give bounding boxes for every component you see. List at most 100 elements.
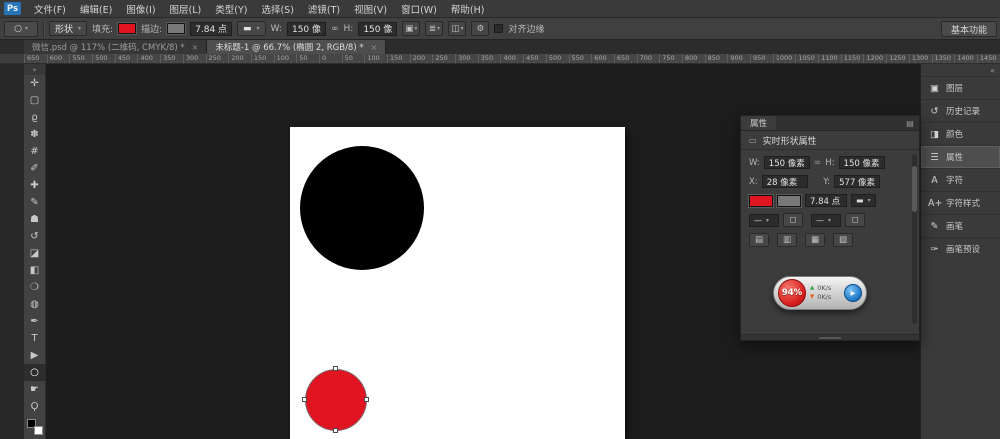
spot-healing-brush-tool[interactable]: ✚ — [24, 177, 46, 194]
menu-item[interactable]: 选择(S) — [254, 0, 300, 18]
dock-item-layers[interactable]: ▣ 图层 — [921, 76, 1000, 99]
properties-panel-titlebar[interactable]: 属性 ▤ — [741, 116, 919, 131]
blur-tool[interactable]: ❍ — [24, 279, 46, 296]
brush-tool[interactable]: ✎ — [24, 194, 46, 211]
eyedropper-tool[interactable]: ✐ — [24, 160, 46, 177]
menu-item[interactable]: 文件(F) — [27, 0, 73, 18]
workspace-switcher-button[interactable]: 基本功能 — [941, 21, 997, 37]
collapse-dock-icon[interactable]: « — [990, 66, 995, 75]
history-brush-tool[interactable]: ↺ — [24, 228, 46, 245]
menu-item[interactable]: 帮助(H) — [444, 0, 492, 18]
panel-label: 字符样式 — [946, 197, 980, 209]
anchor-point-right[interactable] — [364, 397, 369, 402]
pen-tool[interactable]: ✒ — [24, 313, 46, 330]
document-tab[interactable]: 未标题-1 @ 66.7% (椭圆 2, RGB/8) * × — [207, 40, 386, 54]
rectangular-marquee-tool[interactable]: ▢ — [24, 92, 46, 109]
boost-button[interactable]: ▶ — [844, 284, 862, 302]
close-icon[interactable]: × — [192, 43, 199, 52]
dodge-tool[interactable]: ◍ — [24, 296, 46, 313]
stroke-color-swatch[interactable] — [777, 195, 801, 207]
menu-item[interactable]: 窗口(W) — [394, 0, 444, 18]
shape-props-button-4[interactable]: ▧ — [833, 233, 853, 247]
dock-item-character-styles[interactable]: A+ 字符样式 — [921, 191, 1000, 214]
tool-preset-picker[interactable]: ○ ▾ — [4, 21, 38, 37]
shape-props-button-1[interactable]: ▤ — [749, 233, 769, 247]
lasso-tool[interactable]: ϱ — [24, 109, 46, 126]
document-tab[interactable]: 微信.psd @ 117% (二维码, CMYK/8) * × — [24, 40, 207, 54]
menu-item[interactable]: 图像(I) — [119, 0, 162, 18]
anchor-point-left[interactable] — [302, 397, 307, 402]
shape-props-button-3[interactable]: ▦ — [805, 233, 825, 247]
tool-mode-select[interactable]: 形状 ▾ — [49, 21, 87, 36]
dock-item-properties[interactable]: ☰ 属性 — [921, 145, 1000, 168]
dock-item-color[interactable]: ◨ 颜色 — [921, 122, 1000, 145]
stroke-width-field[interactable]: 7.84 点 — [805, 194, 847, 207]
gradient-tool[interactable]: ◧ — [24, 262, 46, 279]
stroke-corners-select[interactable]: — ▾ — [811, 214, 841, 227]
path-arrangement-button[interactable]: ◫ ▾ — [448, 21, 466, 36]
ruler-number: 100 — [364, 54, 387, 64]
type-tool[interactable]: T — [24, 330, 46, 347]
ruler-number: 1050 — [795, 54, 818, 64]
zoom-tool[interactable]: Ϙ — [24, 398, 46, 415]
hand-tool[interactable]: ☛ — [24, 381, 46, 398]
tool-bar: » ✛ ▢ ϱ ✽ # ✐ ✚ ✎ ☗ ↺ ◪ ◧ ❍ ◍ — [24, 64, 46, 439]
panel-scrollbar-thumb[interactable] — [912, 166, 917, 212]
link-dimensions-icon[interactable]: ∞ — [814, 158, 822, 168]
fill-color-swatch[interactable] — [118, 23, 136, 34]
prop-x-field[interactable]: 28 像素 — [762, 175, 808, 188]
shape-width-field[interactable]: 150 像 — [287, 22, 326, 36]
dock-item-history[interactable]: ↺ 历史记录 — [921, 99, 1000, 122]
stroke-width-field[interactable]: 7.84 点 — [190, 22, 232, 36]
dock-item-brush-presets[interactable]: ✑ 画笔预设 — [921, 237, 1000, 260]
red-ellipse-shape[interactable] — [305, 369, 367, 431]
net-speed-widget[interactable]: 94% ▲ 0K/s ▼ 0K/s ▶ — [773, 276, 867, 310]
black-ellipse-shape[interactable] — [300, 146, 424, 270]
background-color-chip[interactable] — [34, 426, 43, 435]
stroke-join-button[interactable]: ◻ — [845, 213, 865, 227]
dock-item-character[interactable]: A 字符 — [921, 168, 1000, 191]
clone-stamp-tool[interactable]: ☗ — [24, 211, 46, 228]
path-alignment-button[interactable]: ≣ ▾ — [425, 21, 443, 36]
stroke-align-select[interactable]: — ▾ — [749, 214, 779, 227]
link-dimensions-icon[interactable]: ∞ — [331, 24, 339, 34]
dock-item-brush[interactable]: ✎ 画笔 — [921, 214, 1000, 237]
prop-y-field[interactable]: 577 像素 — [834, 175, 880, 188]
move-tool[interactable]: ✛ — [24, 75, 46, 92]
stroke-caps-button[interactable]: ◻ — [783, 213, 803, 227]
toolbar-collapse-button[interactable]: » — [24, 64, 45, 75]
ellipse-tool[interactable]: ○ — [24, 364, 46, 381]
live-shape-header: ▭ 实时形状属性 — [741, 131, 919, 150]
stroke-style-select[interactable]: ▬ ▾ — [851, 194, 876, 207]
menu-item[interactable]: 图层(L) — [163, 0, 209, 18]
ruler-number: 1350 — [932, 54, 955, 64]
shape-props-button-2[interactable]: ▥ — [777, 233, 797, 247]
stroke-style-select[interactable]: ▬ ▾ — [237, 21, 266, 36]
fill-color-swatch[interactable] — [749, 195, 773, 207]
shape-options-gear-button[interactable]: ⚙ — [471, 21, 489, 36]
properties-panel-tab[interactable]: 属性 — [741, 116, 776, 130]
quick-selection-tool[interactable]: ✽ — [24, 126, 46, 143]
prop-width-field[interactable]: 150 像素 — [764, 156, 810, 169]
panel-resize-grip[interactable] — [741, 334, 919, 340]
ruler-number: 500 — [92, 54, 115, 64]
chevron-down-icon: ▾ — [437, 25, 440, 32]
close-icon[interactable]: × — [371, 43, 378, 52]
menu-item[interactable]: 编辑(E) — [73, 0, 119, 18]
panel-menu-icon[interactable]: ▤ — [901, 116, 919, 130]
titlebar-spacer — [776, 116, 901, 130]
path-operations-button[interactable]: ▣ ▾ — [402, 21, 420, 36]
memory-percent-ball[interactable]: 94% — [778, 279, 806, 307]
stroke-color-swatch[interactable] — [167, 23, 185, 34]
crop-tool[interactable]: # — [24, 143, 46, 160]
shape-height-field[interactable]: 150 像 — [358, 22, 397, 36]
menu-item[interactable]: 滤镜(T) — [301, 0, 347, 18]
menu-item[interactable]: 视图(V) — [347, 0, 394, 18]
anchor-point-bottom[interactable] — [333, 428, 338, 433]
align-edges-checkbox[interactable] — [494, 24, 503, 33]
eraser-tool[interactable]: ◪ — [24, 245, 46, 262]
path-selection-tool[interactable]: ▶ — [24, 347, 46, 364]
anchor-point-top[interactable] — [333, 366, 338, 371]
prop-height-field[interactable]: 150 像素 — [839, 156, 885, 169]
menu-item[interactable]: 类型(Y) — [208, 0, 254, 18]
